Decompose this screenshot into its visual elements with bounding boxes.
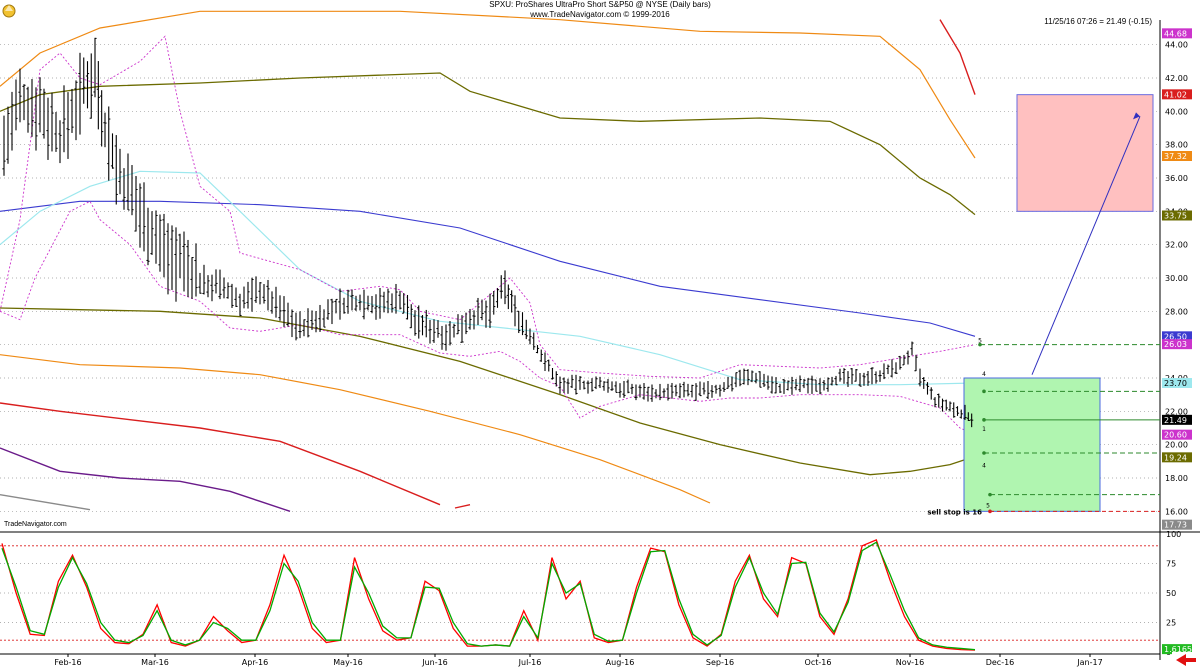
time-tick-label: Dec-16 [986, 658, 1015, 667]
price-tick-label: 42.00 [1165, 74, 1188, 83]
chart-window: SPXU: ProShares UltraPro Short S&P50 @ N… [0, 0, 1200, 670]
time-tick-label: Apr-16 [242, 658, 268, 667]
price-tick-label: 30.00 [1165, 274, 1188, 283]
stochastic-grid: 0255075100 [0, 530, 1200, 657]
annotation-label: 5 [978, 338, 982, 345]
annotation-label: 4 [982, 371, 986, 378]
price-label-text: 44.68 [1164, 29, 1187, 38]
bollinger-lower [0, 200, 976, 436]
price-tick-label: 18.00 [1165, 474, 1188, 483]
price-tick-label: 36.00 [1165, 174, 1188, 183]
time-axis: Feb-16 Mar-16 Apr-16 May-16 Jun-16 Jul-16 Aug-… [0, 653, 1160, 667]
time-tick-label: Feb-16 [54, 658, 81, 667]
stoch-tick-label: 75 [1166, 560, 1176, 569]
time-tick-label: Mar-16 [141, 658, 169, 667]
lower-red-fragment [454, 503, 471, 509]
level-point [982, 418, 986, 422]
lower-gray-band [0, 493, 91, 511]
level-point [982, 451, 986, 455]
stochastic-lines: 1.6165 [1, 539, 1192, 655]
level-point [988, 492, 992, 497]
annotation-label: 1 [982, 426, 986, 433]
target-zone-box [1016, 94, 1154, 212]
price-tick-label: 32.00 [1165, 241, 1188, 250]
price-tick-label: 40.00 [1165, 107, 1188, 116]
price-label-text: 41.02 [1164, 90, 1187, 99]
annotation-label: 4 [982, 463, 986, 470]
entry-zone-box [963, 377, 1101, 512]
price-label-text: 26.03 [1164, 340, 1187, 349]
indicator-bands [0, 10, 976, 512]
time-tick-label: Jul-16 [518, 658, 542, 667]
lower-orange-band [0, 354, 711, 504]
moving-average-blue [0, 200, 976, 337]
price-tick-label: 44.00 [1165, 41, 1188, 50]
price-tick-label: 38.00 [1165, 141, 1188, 150]
trade-zones [963, 94, 1154, 512]
level-point [982, 389, 986, 394]
lower-olive-band [0, 307, 976, 476]
price-label-text: 33.75 [1164, 212, 1187, 221]
time-tick-label: Sep-16 [706, 658, 734, 667]
time-tick-label: Jan-17 [1076, 658, 1102, 667]
stoch-tick-label: 25 [1166, 619, 1176, 628]
stoch-tick-label: 100 [1166, 530, 1181, 539]
price-label-text: 23.70 [1164, 379, 1187, 388]
logo-icon [2, 4, 16, 18]
price-label-text: 19.24 [1164, 453, 1187, 462]
annotation-label: 5 [986, 503, 990, 510]
stoch-d-line [1, 541, 976, 651]
scroll-right-arrow[interactable] [1172, 652, 1198, 668]
upper-red-band [939, 19, 976, 95]
stoch-k-line [1, 539, 976, 651]
level-point [988, 509, 992, 514]
time-tick-label: Nov-16 [896, 658, 924, 667]
stoch-tick-label: 50 [1166, 589, 1176, 598]
price-chart[interactable]: 16.0018.0020.0022.0024.0026.0028.0030.00… [0, 0, 1200, 670]
price-label-text: 21.49 [1164, 416, 1187, 425]
time-tick-label: Jun-16 [421, 658, 448, 667]
price-tick-label: 20.00 [1165, 441, 1188, 450]
time-tick-label: Oct-16 [805, 658, 832, 667]
upper-olive-band [0, 72, 976, 216]
time-tick-label: May-16 [333, 658, 362, 667]
price-label-text: 37.32 [1164, 152, 1187, 161]
price-tick-label: 28.00 [1165, 307, 1188, 316]
price-label-text: 17.73 [1164, 521, 1187, 530]
annotation-label: sell stop is 16 [927, 508, 982, 516]
time-tick-label: Aug-16 [606, 658, 635, 667]
price-label-text: 20.60 [1164, 431, 1187, 440]
price-tick-label: 16.00 [1165, 507, 1188, 516]
